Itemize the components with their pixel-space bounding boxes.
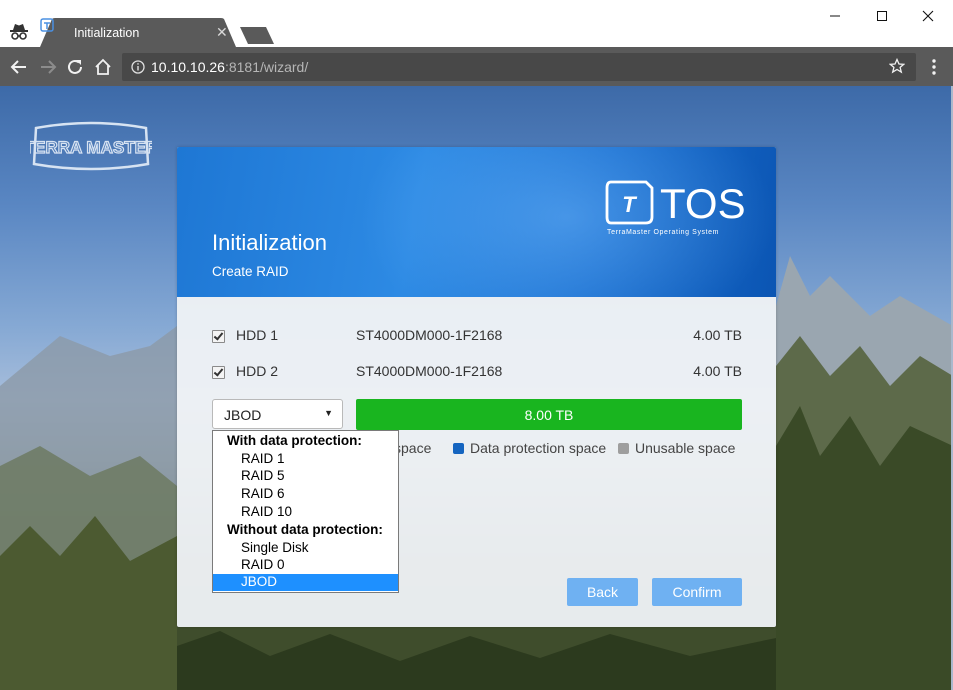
maximize-button[interactable] (860, 4, 904, 28)
page-subtitle: Create RAID (212, 264, 289, 279)
legend-label: Data protection space (470, 440, 607, 456)
tab-initialization[interactable]: Initialization ✕ (40, 18, 236, 47)
new-tab-button[interactable] (240, 27, 274, 44)
terramaster-favicon-icon (40, 18, 54, 32)
minimize-icon (830, 15, 840, 17)
info-icon[interactable] (131, 60, 145, 74)
arrow-left-icon (10, 60, 26, 74)
legend-swatch-blue (453, 443, 464, 454)
reload-button[interactable] (64, 56, 86, 78)
option-raid-6[interactable]: RAID 6 (213, 486, 398, 503)
legend-item-unusable: Unusable space (618, 440, 735, 456)
home-button[interactable] (92, 56, 114, 78)
browser-toolbar: 10.10.10.26:8181/wizard/ (0, 47, 953, 86)
close-tab-icon[interactable]: ✕ (216, 24, 228, 41)
disk-row: HDD 2 ST4000DM000-1F2168 4.00 TB (212, 363, 742, 383)
tos-text: TOS (660, 180, 745, 227)
disk-row: HDD 1 ST4000DM000-1F2168 4.00 TB (212, 327, 742, 347)
reload-icon (68, 59, 82, 74)
raid-type-select[interactable]: JBOD ▼ (212, 399, 343, 429)
disk-model: ST4000DM000-1F2168 (356, 363, 503, 379)
incognito-icon (10, 24, 28, 40)
tos-letter: T (622, 192, 637, 217)
option-jbod[interactable]: JBOD (213, 574, 398, 591)
terramaster-logo: TERRA MASTER (30, 121, 152, 171)
disk-checkbox[interactable] (212, 366, 225, 379)
legend-label: space (394, 440, 432, 456)
page-background: TERRA MASTER Initialization Create RAID … (0, 86, 953, 690)
capacity-label: 8.00 TB (524, 407, 574, 423)
back-nav-button[interactable] (8, 56, 30, 78)
close-icon (922, 10, 934, 22)
back-button[interactable]: Back (567, 578, 638, 606)
minimize-button[interactable] (813, 4, 857, 28)
disk-size: 4.00 TB (693, 327, 742, 343)
option-raid-1[interactable]: RAID 1 (213, 451, 398, 468)
chevron-down-icon: ▼ (324, 408, 333, 418)
legend-swatch-gray (618, 443, 629, 454)
legend-label: Unusable space (635, 440, 736, 456)
disk-model: ST4000DM000-1F2168 (356, 327, 503, 343)
disk-checkbox[interactable] (212, 330, 225, 343)
forward-nav-button[interactable] (37, 56, 59, 78)
page-title: Initialization (212, 230, 327, 255)
address-bar[interactable]: 10.10.10.26:8181/wizard/ (122, 53, 916, 81)
disk-name: HDD 1 (236, 327, 279, 343)
disk-size: 4.00 TB (693, 363, 742, 379)
browser-titlebar: Initialization ✕ (0, 0, 953, 47)
bookmark-star-icon[interactable] (889, 58, 905, 74)
wizard-header: Initialization Create RAID T TOS TerraMa… (177, 147, 776, 297)
confirm-button[interactable]: Confirm (652, 578, 742, 606)
option-raid-5[interactable]: RAID 5 (213, 468, 398, 485)
tos-logo: T TOS TerraMaster Operating System (605, 180, 745, 236)
browser-menu-icon[interactable] (924, 56, 944, 78)
url-text: 10.10.10.26:8181/wizard/ (151, 59, 308, 75)
url-path: :8181/wizard/ (224, 59, 309, 75)
home-icon (95, 58, 111, 75)
option-raid-10[interactable]: RAID 10 (213, 504, 398, 521)
url-host: 10.10.10.26 (151, 59, 225, 75)
raid-type-value: JBOD (224, 407, 262, 423)
tos-subtitle: TerraMaster Operating System (607, 229, 719, 236)
disk-name: HDD 2 (236, 363, 279, 379)
option-single-disk[interactable]: Single Disk (213, 540, 398, 557)
tab-title: Initialization (74, 26, 140, 40)
close-window-button[interactable] (906, 4, 950, 28)
option-raid-0[interactable]: RAID 0 (213, 557, 398, 574)
optgroup-with-protection: With data protection: (227, 433, 362, 448)
capacity-bar: 8.00 TB (356, 399, 742, 430)
legend-item-protection: Data protection space (453, 440, 606, 456)
raid-type-dropdown: With data protection: RAID 1 RAID 5 RAID… (212, 430, 399, 593)
logo-text: TERRA MASTER (30, 138, 152, 157)
maximize-icon (877, 11, 887, 21)
arrow-right-icon (41, 60, 57, 74)
optgroup-without-protection: Without data protection: (227, 522, 383, 537)
